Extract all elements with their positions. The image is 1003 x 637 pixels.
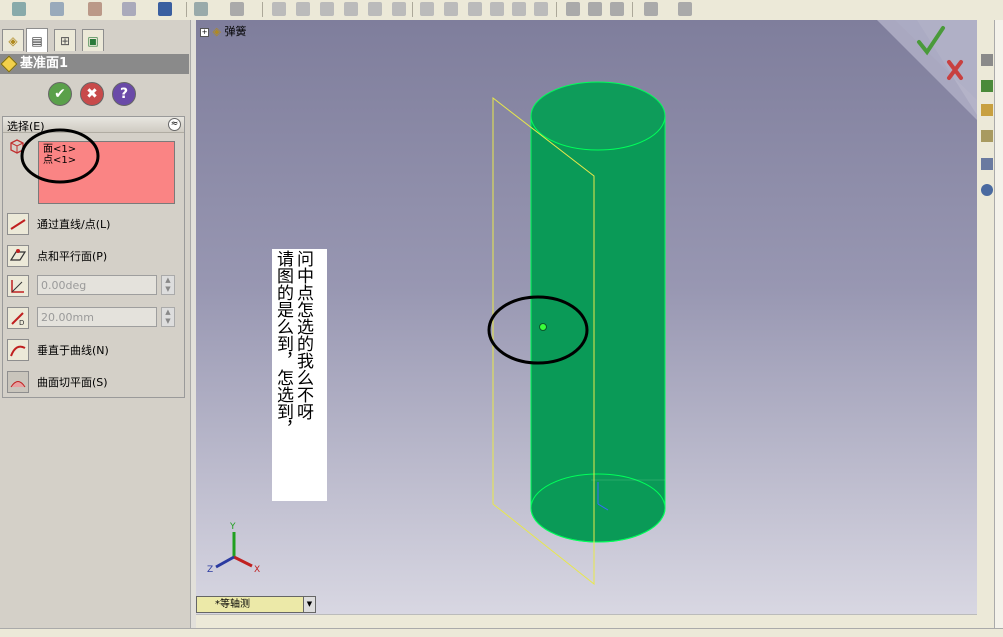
curve-icon[interactable] bbox=[610, 2, 624, 16]
offset-input[interactable] bbox=[37, 307, 157, 327]
svg-text:D: D bbox=[19, 319, 24, 327]
check-icon: ✔ bbox=[54, 86, 66, 102]
offset-spinner[interactable]: ▲ ▼ bbox=[161, 307, 175, 327]
plane-icon bbox=[0, 55, 18, 73]
configuration-icon: ⊞ bbox=[59, 33, 71, 48]
property-manager: ◈ ▤ ⊞ ▣ 基准面1 ✔ ✖ ? 选择(E) ≈ 面<1> 点<1> 通过直… bbox=[0, 20, 191, 636]
annotation-circle bbox=[20, 128, 100, 184]
library-icon[interactable] bbox=[981, 104, 993, 116]
chevron-down-icon[interactable]: ▼ bbox=[303, 597, 315, 612]
tab-feature-manager[interactable]: ◈ bbox=[2, 29, 24, 51]
feature-tree-icon: ◈ bbox=[8, 33, 18, 48]
helix-icon[interactable] bbox=[678, 2, 692, 16]
axis-y-label: Y bbox=[229, 522, 236, 532]
shell-icon[interactable] bbox=[420, 2, 434, 16]
note-column-1: 请图的是么到，怎选到， bbox=[273, 250, 293, 437]
confirm-buttons: ✔ ✖ ? bbox=[0, 80, 190, 110]
panel-header: 基准面1 bbox=[0, 54, 189, 74]
home-icon[interactable] bbox=[981, 54, 993, 66]
ok-button[interactable]: ✔ bbox=[48, 82, 72, 106]
option-angle[interactable]: ▲▼ bbox=[7, 275, 177, 297]
dimxpert-icon: ▣ bbox=[87, 33, 99, 48]
question-note: 请图的是么到，怎选到， 问中点怎选的我么不呀 bbox=[272, 249, 327, 501]
cancel-button[interactable]: ✖ bbox=[80, 82, 104, 106]
draft-icon[interactable] bbox=[468, 2, 482, 16]
loft-icon[interactable] bbox=[344, 2, 358, 16]
chamfer-icon[interactable] bbox=[392, 2, 406, 16]
horizontal-scrollbar[interactable] bbox=[196, 614, 977, 629]
option-parallel-plane[interactable]: 点和平行面(P) bbox=[7, 245, 177, 267]
parallel-plane-icon bbox=[7, 245, 29, 267]
wrap-icon[interactable] bbox=[534, 2, 548, 16]
view-orientation-select[interactable]: *等轴测 ▼ bbox=[196, 596, 316, 613]
option-through-lines[interactable]: 通过直线/点(L) bbox=[7, 213, 177, 235]
revolve-icon[interactable] bbox=[296, 2, 310, 16]
extrude-icon[interactable] bbox=[272, 2, 286, 16]
view-palette-icon[interactable] bbox=[981, 158, 993, 170]
tab-property-manager[interactable]: ▤ bbox=[26, 28, 48, 52]
selected-point[interactable] bbox=[539, 323, 547, 331]
axis-z-label: Z bbox=[207, 565, 213, 575]
selection-group: 选择(E) ≈ 面<1> 点<1> 通过直线/点(L) 点和平行面(P) ▲▼ bbox=[2, 116, 185, 398]
vertical-scrollbar[interactable] bbox=[994, 20, 1003, 628]
angle-input[interactable] bbox=[37, 275, 157, 295]
explorer-icon[interactable] bbox=[981, 130, 993, 142]
print-icon[interactable] bbox=[122, 2, 136, 16]
pattern-icon[interactable] bbox=[566, 2, 580, 16]
options-icon[interactable] bbox=[50, 2, 64, 16]
through-lines-icon bbox=[7, 213, 29, 235]
cylinder-model bbox=[530, 81, 666, 543]
axis-triad: Y X Z bbox=[207, 522, 260, 575]
rebuild-icon[interactable] bbox=[12, 2, 26, 16]
sweep-icon[interactable] bbox=[320, 2, 334, 16]
collapse-icon[interactable]: ≈ bbox=[168, 118, 181, 131]
through-lines-label: 通过直线/点(L) bbox=[37, 218, 111, 231]
resources-icon[interactable] bbox=[981, 80, 993, 92]
angle-icon bbox=[7, 275, 29, 297]
top-toolbar bbox=[0, 0, 1003, 21]
help-button[interactable]: ? bbox=[112, 82, 136, 106]
option-surface-tangent[interactable]: 曲面切平面(S) bbox=[7, 371, 177, 393]
axis-x-label: X bbox=[254, 565, 260, 575]
sketch-icon[interactable] bbox=[194, 2, 208, 16]
view-orientation-value: *等轴测 bbox=[215, 599, 250, 610]
tab-dimxpert-manager[interactable]: ▣ bbox=[82, 29, 104, 51]
mirror-icon[interactable] bbox=[588, 2, 602, 16]
property-icon: ▤ bbox=[31, 33, 43, 48]
fillet-icon[interactable] bbox=[368, 2, 382, 16]
option-offset[interactable]: D ▲▼ bbox=[7, 307, 177, 329]
smart-dimension-icon[interactable] bbox=[230, 2, 244, 16]
help-icon: ? bbox=[119, 86, 129, 102]
hole-icon[interactable] bbox=[490, 2, 504, 16]
normal-to-curve-label: 垂直于曲线(N) bbox=[37, 344, 109, 357]
angle-spinner[interactable]: ▲ ▼ bbox=[161, 275, 175, 295]
tab-configuration-manager[interactable]: ⊞ bbox=[54, 29, 76, 51]
surface-tangent-label: 曲面切平面(S) bbox=[37, 376, 108, 389]
reference-geometry-icon[interactable] bbox=[644, 2, 658, 16]
graphics-area[interactable]: + ◈ 弹簧 Y X Z 请图的是么到，怎选到， 问中点怎选的我么不呀 *等轴测… bbox=[196, 20, 977, 614]
normal-to-curve-icon bbox=[7, 339, 29, 361]
parallel-plane-label: 点和平行面(P) bbox=[37, 250, 108, 263]
rib-icon[interactable] bbox=[444, 2, 458, 16]
manager-tabs: ◈ ▤ ⊞ ▣ bbox=[0, 28, 190, 52]
panel-title: 基准面1 bbox=[20, 56, 69, 71]
surface-tangent-icon bbox=[7, 371, 29, 393]
offset-distance-icon: D bbox=[7, 307, 29, 329]
option-normal-to-curve[interactable]: 垂直于曲线(N) bbox=[7, 339, 177, 361]
close-icon: ✖ bbox=[86, 86, 98, 102]
dome-icon[interactable] bbox=[512, 2, 526, 16]
save-icon[interactable] bbox=[158, 2, 172, 16]
appearances-icon[interactable] bbox=[981, 184, 993, 196]
note-column-2: 问中点怎选的我么不呀 bbox=[293, 250, 313, 420]
undo-icon[interactable] bbox=[88, 2, 102, 16]
